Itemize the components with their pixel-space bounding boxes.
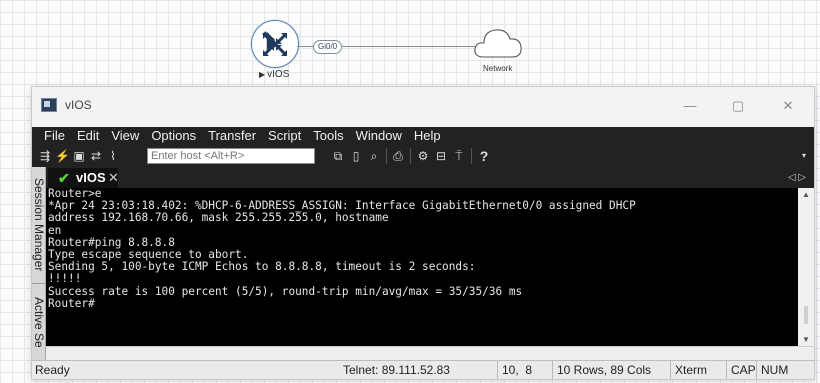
title-bar[interactable]: vIOS — ▢ ✕ — [32, 87, 814, 125]
status-num-lock: NUM — [756, 361, 788, 379]
menu-window[interactable]: Window — [350, 127, 408, 145]
menu-script[interactable]: Script — [262, 127, 307, 145]
find-icon[interactable]: ⌕ — [367, 148, 381, 164]
status-caps-lock: CAP — [726, 361, 756, 379]
copy-icon[interactable]: ⧉ — [331, 148, 345, 164]
terminal-line: en — [48, 223, 62, 237]
connect-tab-icon[interactable]: ▣ — [72, 148, 86, 164]
app-icon — [41, 98, 57, 112]
scroll-down-icon[interactable]: ▼ — [798, 335, 814, 344]
terminal-line: !!!!! — [48, 272, 82, 286]
vertical-scrollbar[interactable]: ▲ ▼ — [798, 188, 814, 346]
settings-icon[interactable]: ⚙ — [416, 148, 430, 164]
menu-file[interactable]: File — [38, 127, 71, 145]
active-sessions-tab[interactable]: Active Se — [32, 283, 46, 360]
toolbar-separator — [471, 148, 472, 164]
terminal-line: Router# — [48, 297, 798, 310]
cloud-network-icon[interactable] — [472, 25, 524, 61]
play-icon: ▶ — [259, 70, 266, 79]
session-tab-bar: ✔ vIOS ✕ ◁ ▷ — [46, 167, 814, 188]
keymap-icon[interactable]: ⍑ — [452, 148, 466, 164]
print-icon[interactable]: ⎙ — [391, 148, 405, 164]
tab-close-icon[interactable]: ✕ — [108, 168, 119, 188]
toolbar: ⇶ ⚡ ▣ ⇄ ⌇ ⧉ ▯ ⌕ ⎙ ⚙ ⊟ ⍑ ? ▾ — [32, 145, 814, 167]
reconnect-icon[interactable]: ⇄ — [89, 148, 103, 164]
maximize-button[interactable]: ▢ — [720, 93, 756, 119]
session-tab[interactable]: ✔ vIOS ✕ — [48, 168, 119, 188]
status-cursor-position: 10, 8 — [497, 361, 552, 379]
menu-bar: File Edit View Options Transfer Script Tools Wi… — [32, 127, 814, 145]
router-node-icon[interactable] — [251, 20, 299, 68]
session-tab-label: vIOS — [76, 170, 106, 185]
router-arrows-icon — [262, 31, 288, 57]
help-icon[interactable]: ? — [477, 148, 491, 164]
close-button[interactable]: ✕ — [770, 93, 806, 119]
global-options-icon[interactable]: ⊟ — [434, 148, 448, 164]
host-input[interactable] — [147, 148, 315, 164]
network-label[interactable]: Network — [483, 64, 512, 73]
menu-tools[interactable]: Tools — [307, 127, 349, 145]
status-emulation: Xterm — [670, 361, 707, 379]
menu-transfer[interactable]: Transfer — [202, 127, 262, 145]
toolbar-overflow-icon[interactable]: ▾ — [798, 148, 810, 164]
minimize-button[interactable]: — — [672, 93, 708, 119]
side-panel-rail: Session Manager Active Se — [32, 167, 46, 360]
terminal-line: Sending 5, 100-byte ICMP Echos to 8.8.8.… — [48, 260, 476, 274]
terminal-line: Success rate is 100 percent (5/5), round… — [48, 284, 523, 298]
status-bar: Ready Telnet: 89.111.52.83 10, 8 10 Rows… — [32, 360, 814, 379]
scroll-up-icon[interactable]: ▲ — [798, 190, 814, 199]
menu-options[interactable]: Options — [145, 127, 202, 145]
menu-view[interactable]: View — [105, 127, 145, 145]
terminal-cursor — [95, 298, 102, 309]
scrollbar-thumb[interactable] — [804, 306, 808, 324]
connected-check-icon: ✔ — [58, 170, 70, 186]
connect-icon[interactable]: ⇶ — [38, 148, 52, 164]
status-terminal-size: 10 Rows, 89 Cols — [552, 361, 651, 379]
status-ready: Ready — [35, 363, 70, 377]
window-title: vIOS — [65, 98, 92, 112]
paste-icon[interactable]: ▯ — [349, 148, 363, 164]
router-node-label[interactable]: ▶ vIOS — [259, 69, 289, 80]
router-name: vIOS — [267, 69, 290, 80]
terminal-line: address 192.168.70.66, mask 255.255.255.… — [48, 211, 389, 225]
toolbar-separator — [386, 148, 387, 164]
menu-help[interactable]: Help — [408, 127, 447, 145]
toolbar-separator — [410, 148, 411, 164]
horizontal-scrollbar[interactable] — [46, 346, 814, 361]
terminal-window: vIOS — ▢ ✕ File Edit View Options Transfer Sc… — [31, 86, 815, 380]
quick-connect-icon[interactable]: ⚡ — [55, 148, 70, 164]
status-connection: Telnet: 89.111.52.83 — [343, 363, 450, 377]
disconnect-icon[interactable]: ⌇ — [106, 148, 120, 164]
tab-scroll-arrows-icon[interactable]: ◁ ▷ — [788, 167, 806, 188]
menu-edit[interactable]: Edit — [71, 127, 105, 145]
session-manager-tab[interactable]: Session Manager — [32, 171, 46, 279]
interface-badge[interactable]: Gi0/0 — [313, 40, 343, 54]
terminal-output[interactable]: Router>e *Apr 24 23:03:18.402: %DHCP-6-AD… — [46, 188, 798, 346]
